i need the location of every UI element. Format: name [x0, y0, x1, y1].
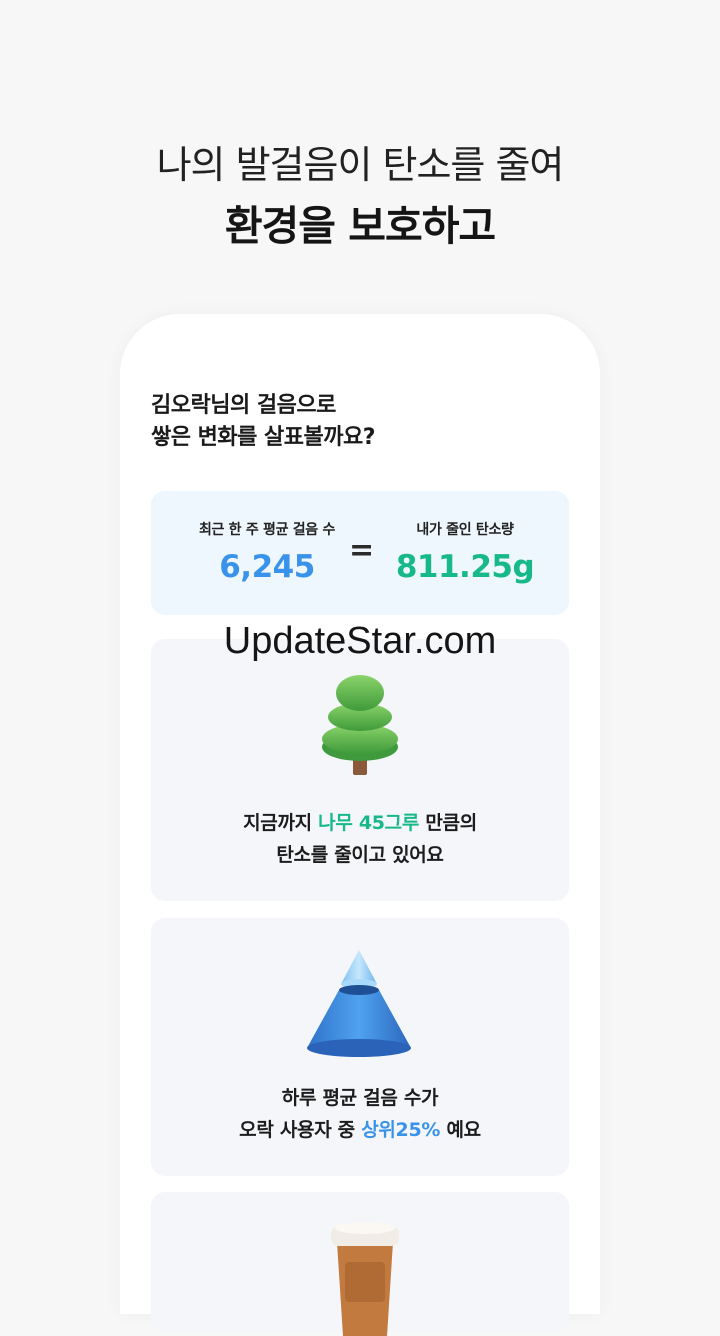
pyramid-icon	[307, 950, 411, 1057]
equals-sign: =	[349, 533, 375, 568]
carbon-reduced-value: 811.25g	[395, 549, 535, 585]
carbon-reduced-label: 내가 줄인 탄소량	[416, 522, 514, 538]
rank-message-post: 예요	[440, 1119, 481, 1141]
tree-message-line-2: 탄소를 줄이고 있어요	[276, 844, 444, 866]
intro-text: 김오락님의 걸음으로 쌓은 변화를 살표볼까요?	[151, 390, 375, 454]
rank-message-pre: 오락 사용자 중	[239, 1119, 362, 1141]
headline-line-1: 나의 발걸음이 탄소를 줄여	[156, 143, 565, 187]
tree-card: 지금까지 나무 45그루 만큼의 탄소를 줄이고 있어요	[151, 639, 569, 901]
rank-message: 하루 평균 걸음 수가 오락 사용자 중 상위25% 예요	[151, 1082, 569, 1146]
intro-line-2: 쌓은 변화를 살표볼까요?	[151, 425, 375, 450]
carbon-reduced-stat: 내가 줄인 탄소량 811.25g	[385, 519, 545, 585]
watermark: UpdateStar.com	[223, 620, 497, 662]
stats-panel: 최근 한 주 평균 걸음 수 6,245 = 내가 줄인 탄소량 811.25g	[151, 491, 569, 615]
weekly-steps-value: 6,245	[219, 549, 315, 585]
weekly-steps-label: 최근 한 주 평균 걸음 수	[198, 522, 336, 538]
tree-message-pre: 지금까지	[243, 812, 319, 834]
phone-mockup: 김오락님의 걸음으로 쌓은 변화를 살표볼까요? 최근 한 주 평균 걸음 수 …	[120, 314, 600, 1336]
headline-line-2: 환경을 보호하고	[224, 202, 496, 250]
tree-message: 지금까지 나무 45그루 만큼의 탄소를 줄이고 있어요	[151, 807, 569, 871]
coffee-cup-icon	[331, 1222, 399, 1336]
rank-percent-highlight: 상위25%	[361, 1119, 441, 1141]
intro-line-1: 김오락님의 걸음으로	[151, 393, 336, 418]
coffee-card	[151, 1192, 569, 1336]
weekly-steps-stat: 최근 한 주 평균 걸음 수 6,245	[187, 519, 347, 585]
tree-message-line-1: 지금까지 나무 45그루 만큼의	[151, 807, 569, 839]
tree-message-post: 만큼의	[419, 812, 477, 834]
rank-message-line-2: 오락 사용자 중 상위25% 예요	[151, 1114, 569, 1146]
rank-message-line-1: 하루 평균 걸음 수가	[281, 1087, 439, 1109]
rank-card: 하루 평균 걸음 수가 오락 사용자 중 상위25% 예요	[151, 918, 569, 1176]
tree-count-highlight: 나무 45그루	[318, 812, 420, 834]
tree-icon	[322, 675, 398, 775]
